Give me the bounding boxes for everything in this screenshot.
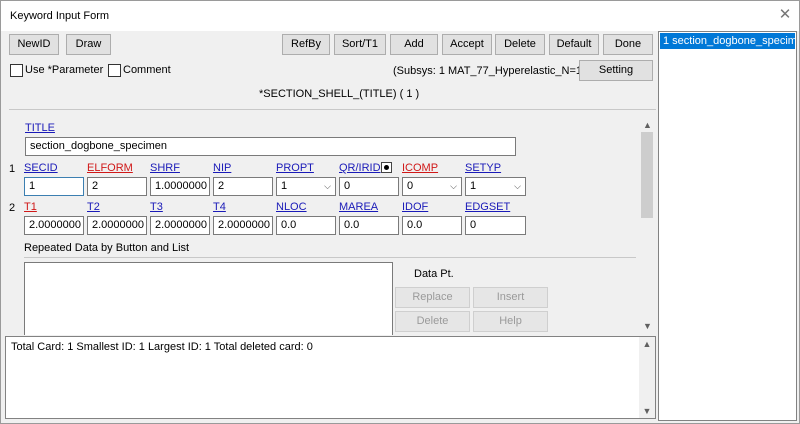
accept-button[interactable]: Accept bbox=[442, 34, 492, 55]
field-panel: TITLE section_dogbone_specimen 1 SECID E… bbox=[9, 110, 656, 335]
propt-select[interactable]: 1 ⌵ bbox=[276, 177, 336, 196]
newid-button[interactable]: NewID bbox=[9, 34, 59, 55]
t4-input[interactable]: 2.0000000 bbox=[213, 216, 273, 235]
chevron-down-icon: ⌵ bbox=[514, 181, 521, 191]
scroll-down-icon[interactable]: ▼ bbox=[639, 404, 655, 418]
use-parameter-checkbox[interactable] bbox=[10, 64, 23, 77]
scroll-up-icon[interactable]: ▲ bbox=[639, 337, 655, 351]
subsys-info: (Subsys: 1 MAT_77_Hyperelastic_N=1.k) bbox=[393, 65, 595, 77]
t3-label: T3 bbox=[150, 201, 163, 213]
idof-label: IDOF bbox=[402, 201, 429, 213]
status-panel: Total Card: 1 Smallest ID: 1 Largest ID:… bbox=[5, 336, 656, 419]
insert-button[interactable]: Insert bbox=[473, 287, 548, 308]
keyword-list-panel: 1 section_dogbone_specimen bbox=[658, 31, 797, 421]
use-parameter-label: Use *Parameter bbox=[25, 64, 104, 76]
elform-label: ELFORM bbox=[87, 162, 133, 174]
marea-label: MAREA bbox=[339, 201, 379, 213]
scroll-up-icon[interactable]: ▲ bbox=[639, 118, 656, 132]
nloc-label: NLOC bbox=[276, 201, 307, 213]
qririd-picker-button[interactable] bbox=[381, 162, 392, 173]
icomp-label: ICOMP bbox=[402, 162, 439, 174]
scroll-down-icon[interactable]: ▼ bbox=[639, 319, 656, 333]
t2-input[interactable]: 2.0000000 bbox=[87, 216, 147, 235]
t2-label: T2 bbox=[87, 201, 100, 213]
edgset-input[interactable]: 0 bbox=[465, 216, 526, 235]
secid-input[interactable]: 1 bbox=[24, 177, 84, 196]
keyword-header: *SECTION_SHELL_(TITLE) ( 1 ) bbox=[259, 88, 420, 100]
nloc-input[interactable]: 0.0 bbox=[276, 216, 336, 235]
repeated-data-title: Repeated Data by Button and List bbox=[24, 242, 190, 254]
setyp-select[interactable]: 1 ⌵ bbox=[465, 177, 526, 196]
shrf-label: SHRF bbox=[150, 162, 180, 174]
window-title: Keyword Input Form bbox=[10, 10, 110, 22]
qririd-input[interactable]: 0 bbox=[339, 177, 399, 196]
icomp-value: 0 bbox=[407, 180, 414, 192]
repeated-delete-button[interactable]: Delete bbox=[395, 311, 470, 332]
close-icon[interactable]: ✕ bbox=[776, 6, 794, 24]
qririd-label: QR/IRID bbox=[339, 162, 381, 174]
card-index: 2 bbox=[9, 202, 16, 214]
icomp-select[interactable]: 0 ⌵ bbox=[402, 177, 462, 196]
sort-button[interactable]: Sort/T1 bbox=[334, 34, 386, 55]
setyp-label: SETYP bbox=[465, 162, 502, 174]
delete-button[interactable]: Delete bbox=[495, 34, 545, 55]
repeated-data-list[interactable] bbox=[24, 262, 393, 335]
idof-input[interactable]: 0.0 bbox=[402, 216, 462, 235]
data-point-label: Data Pt. bbox=[414, 268, 454, 280]
add-button[interactable]: Add bbox=[390, 34, 438, 55]
default-button[interactable]: Default bbox=[549, 34, 599, 55]
propt-value: 1 bbox=[281, 180, 288, 192]
card-index: 1 bbox=[9, 163, 16, 175]
edgset-label: EDGSET bbox=[465, 201, 511, 213]
t3-input[interactable]: 2.0000000 bbox=[150, 216, 210, 235]
elform-input[interactable]: 2 bbox=[87, 177, 147, 196]
repeated-divider bbox=[24, 257, 636, 258]
keyword-list-item[interactable]: 1 section_dogbone_specimen bbox=[660, 33, 795, 49]
t4-label: T4 bbox=[213, 201, 226, 213]
dot-icon bbox=[384, 165, 389, 170]
keyword-input-window: Keyword Input Form ✕ NewID Draw RefBy So… bbox=[0, 0, 800, 424]
done-button[interactable]: Done bbox=[603, 34, 653, 55]
comment-checkbox[interactable] bbox=[108, 64, 121, 77]
replace-button[interactable]: Replace bbox=[395, 287, 470, 308]
setyp-value: 1 bbox=[470, 180, 477, 192]
scrollbar-thumb[interactable] bbox=[641, 132, 653, 218]
t1-label: T1 bbox=[24, 201, 37, 213]
status-summary: Total Card: 1 Smallest ID: 1 Largest ID:… bbox=[11, 341, 313, 353]
chevron-down-icon: ⌵ bbox=[324, 181, 331, 191]
chevron-down-icon: ⌵ bbox=[450, 181, 457, 191]
field-panel-scrollbar[interactable]: ▲ ▼ bbox=[639, 118, 656, 333]
title-field-label: TITLE bbox=[25, 122, 55, 134]
propt-label: PROPT bbox=[276, 162, 314, 174]
draw-button[interactable]: Draw bbox=[66, 34, 111, 55]
nip-input[interactable]: 2 bbox=[213, 177, 273, 196]
status-scrollbar[interactable]: ▲ ▼ bbox=[639, 337, 655, 418]
marea-input[interactable]: 0.0 bbox=[339, 216, 399, 235]
nip-label: NIP bbox=[213, 162, 232, 174]
title-bar: Keyword Input Form ✕ bbox=[1, 1, 799, 31]
comment-label: Comment bbox=[123, 64, 171, 76]
setting-button[interactable]: Setting bbox=[579, 60, 653, 81]
title-input[interactable]: section_dogbone_specimen bbox=[25, 137, 516, 156]
refby-button[interactable]: RefBy bbox=[282, 34, 330, 55]
help-button[interactable]: Help bbox=[473, 311, 548, 332]
t1-input[interactable]: 2.0000000 bbox=[24, 216, 84, 235]
secid-label: SECID bbox=[24, 162, 58, 174]
shrf-input[interactable]: 1.0000000 bbox=[150, 177, 210, 196]
